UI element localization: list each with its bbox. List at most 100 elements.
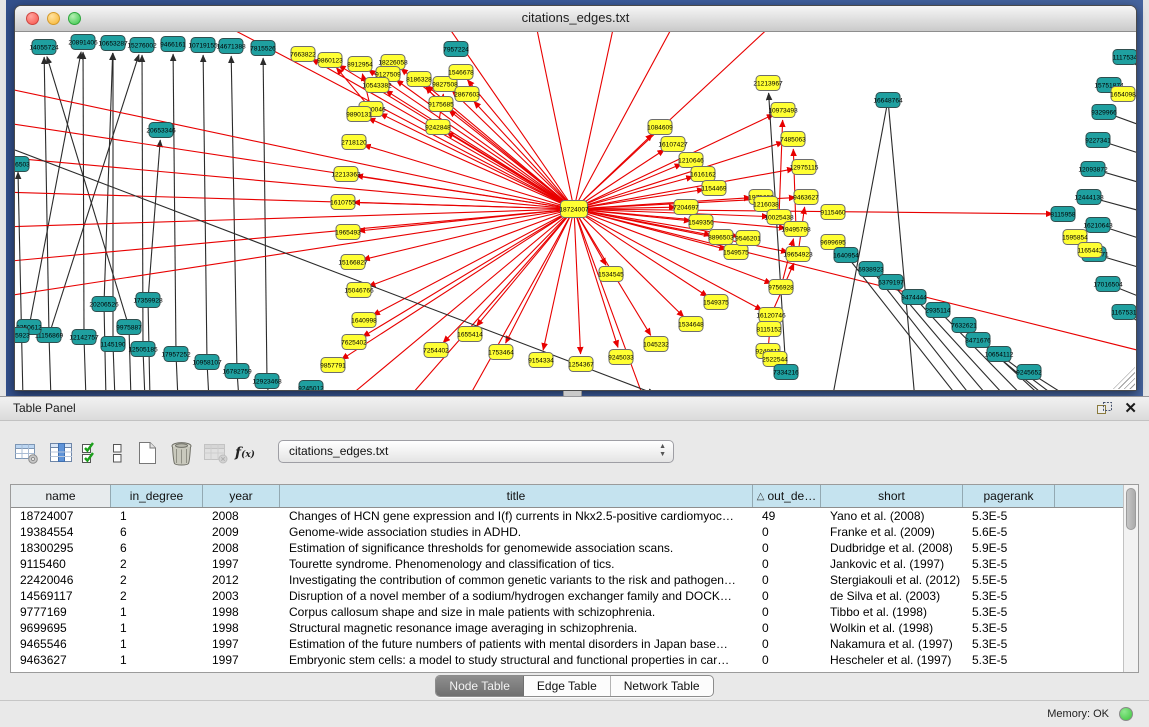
graph-node[interactable]: 2718120	[341, 135, 367, 150]
graph-node[interactable]: 7957224	[443, 42, 469, 57]
clear-attributes-icon[interactable]	[104, 436, 130, 470]
cell-year[interactable]: 1997	[203, 652, 280, 668]
cell-name[interactable]: 18300295	[11, 540, 111, 556]
cell-name[interactable]: 9465546	[11, 636, 111, 652]
graph-node[interactable]: 9245652	[1016, 365, 1042, 380]
graph-edge[interactable]	[449, 110, 574, 209]
graph-node[interactable]: 2867603	[454, 87, 480, 102]
graph-node[interactable]: 21213967	[753, 76, 783, 91]
graph-node[interactable]: 9546201	[735, 231, 761, 246]
graph-node[interactable]: 2156503	[15, 157, 30, 172]
graph-node[interactable]: 12093872	[1078, 162, 1108, 177]
cell-name[interactable]: 9463627	[11, 652, 111, 668]
function-builder-icon[interactable]: f(x)	[232, 436, 258, 470]
cell-short[interactable]: de Silva et al. (2003)	[821, 588, 963, 604]
network-view-window[interactable]: citations_edges.txt 14055724208914061065…	[14, 5, 1137, 391]
cell-year[interactable]: 1998	[203, 604, 280, 620]
cell-name[interactable]: 19384554	[11, 524, 111, 540]
graph-node[interactable]: 10653287	[98, 36, 128, 51]
graph-node[interactable]: 20891406	[68, 35, 98, 50]
graph-node[interactable]: 1084609	[647, 120, 673, 135]
cell-in_degree[interactable]: 2	[111, 556, 203, 572]
graph-node[interactable]: 1165442	[1077, 243, 1103, 258]
graph-edge[interactable]	[18, 172, 23, 390]
graph-edge[interactable]	[888, 100, 915, 390]
cell-title[interactable]: Changes of HCN gene expression and I(f) …	[280, 508, 753, 524]
graph-node[interactable]: 7632621	[951, 318, 977, 333]
cell-short[interactable]: Franke et al. (2009)	[821, 524, 963, 540]
cell-in_degree[interactable]: 1	[111, 652, 203, 668]
graph-node[interactable]: 1965493	[335, 225, 361, 240]
cell-out_degree[interactable]: 0	[753, 572, 821, 588]
table-selector-dropdown[interactable]: citations_edges.txt ▲▼	[278, 440, 674, 463]
cell-in_degree[interactable]: 6	[111, 524, 203, 540]
cell-in_degree[interactable]: 1	[111, 636, 203, 652]
graph-edge[interactable]	[203, 55, 207, 362]
cell-title[interactable]: Tourette syndrome. Phenomenology and cla…	[280, 556, 753, 572]
graph-node[interactable]: 8912954	[347, 57, 373, 72]
graph-edge[interactable]	[15, 150, 655, 390]
graph-node[interactable]: 1546678	[448, 65, 474, 80]
cell-name[interactable]: 14569117	[11, 588, 111, 604]
cell-year[interactable]: 2008	[203, 540, 280, 556]
cell-year[interactable]: 1997	[203, 636, 280, 652]
cell-pagerank[interactable]: 5.9E-5	[963, 540, 1055, 556]
graph-node[interactable]: 17016504	[1093, 277, 1123, 292]
cell-out_degree[interactable]: 0	[753, 620, 821, 636]
column-header-year[interactable]: year	[203, 485, 280, 507]
column-header-name[interactable]: name	[11, 485, 111, 507]
graph-edge[interactable]	[574, 209, 684, 317]
graph-node[interactable]: 8471676	[965, 333, 991, 348]
graph-edge[interactable]	[231, 56, 237, 371]
cell-year[interactable]: 1997	[203, 556, 280, 572]
cell-year[interactable]: 2003	[203, 588, 280, 604]
graph-node[interactable]: 9245012	[298, 381, 324, 391]
graph-node[interactable]: 1616162	[690, 167, 716, 182]
column-header-short[interactable]: short	[821, 485, 963, 507]
graph-edge[interactable]	[574, 114, 774, 209]
graph-node[interactable]: 12923468	[252, 374, 282, 389]
cell-title[interactable]: Estimation of the future numbers of pati…	[280, 636, 753, 652]
cell-out_degree[interactable]: 0	[753, 540, 821, 556]
graph-node[interactable]: 10654112	[985, 347, 1014, 362]
graph-node[interactable]: 7485063	[780, 132, 806, 147]
cell-in_degree[interactable]: 1	[111, 508, 203, 524]
graph-node[interactable]: 9463627	[793, 190, 819, 205]
cell-name[interactable]: 18724007	[11, 508, 111, 524]
graph-edge[interactable]	[574, 209, 581, 354]
graph-edge[interactable]	[263, 58, 267, 381]
graph-node[interactable]: 19654923	[783, 247, 813, 262]
table-row[interactable]: 946554611997Estimation of the future num…	[11, 636, 1138, 652]
graph-node[interactable]: 9890131	[346, 107, 372, 122]
cell-pagerank[interactable]: 5.3E-5	[963, 604, 1055, 620]
window-minimize-button[interactable]	[47, 12, 60, 25]
vertical-scrollbar[interactable]	[1123, 485, 1138, 672]
table-row[interactable]: 1938455462009Genome-wide association stu…	[11, 524, 1138, 540]
graph-node[interactable]: 9860123	[317, 53, 343, 68]
cell-pagerank[interactable]: 5.3E-5	[963, 620, 1055, 636]
graph-edge[interactable]	[574, 32, 775, 209]
graph-edge[interactable]	[368, 209, 574, 286]
graph-node[interactable]: 7254402	[423, 343, 449, 358]
graph-node[interactable]: 20206526	[89, 297, 119, 312]
graph-node[interactable]: 9329966	[1091, 105, 1117, 120]
cell-short[interactable]: Yano et al. (2008)	[821, 508, 963, 524]
delete-column-trash-icon[interactable]	[164, 436, 198, 470]
graph-node[interactable]: 2935114	[925, 303, 951, 318]
cell-title[interactable]: Investigating the contribution of common…	[280, 572, 753, 588]
select-columns-icon[interactable]	[44, 436, 78, 470]
cell-pagerank[interactable]: 5.5E-5	[963, 572, 1055, 588]
graph-node[interactable]: 9115460	[820, 205, 846, 220]
cell-short[interactable]: Nakamura et al. (1997)	[821, 636, 963, 652]
cell-year[interactable]: 2009	[203, 524, 280, 540]
graph-node[interactable]: 8186328	[406, 72, 432, 87]
graph-edge[interactable]	[44, 57, 49, 335]
cell-title[interactable]: Corpus callosum shape and size in male p…	[280, 604, 753, 620]
new-column-icon[interactable]	[130, 436, 164, 470]
graph-node[interactable]: 1145190	[100, 337, 126, 352]
graph-node[interactable]: 12142757	[69, 330, 99, 345]
graph-node[interactable]: 1167531	[1111, 305, 1136, 320]
graph-node[interactable]: 7204697	[673, 200, 699, 215]
cell-in_degree[interactable]: 2	[111, 572, 203, 588]
graph-edge[interactable]	[465, 209, 574, 390]
